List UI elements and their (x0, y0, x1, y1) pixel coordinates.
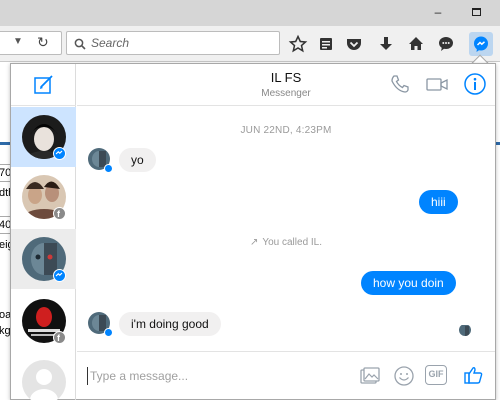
home-icon[interactable] (406, 34, 426, 54)
restore-button[interactable] (468, 4, 484, 20)
browser-toolbar: ▼ ↻ (0, 26, 500, 62)
search-bar[interactable] (66, 31, 280, 55)
conversation-item[interactable] (11, 352, 76, 400)
incoming-message: yo (119, 148, 156, 172)
messenger-badge-icon (104, 164, 113, 173)
messenger-badge-icon (53, 147, 66, 160)
conversation-item[interactable] (11, 107, 76, 167)
restore-icon (471, 8, 481, 16)
incoming-message: i'm doing good (119, 312, 221, 336)
minimize-icon: – (434, 5, 442, 19)
messenger-extension-button[interactable] (469, 32, 493, 56)
svg-text:f: f (57, 209, 61, 218)
facebook-badge-icon: f (53, 331, 66, 344)
search-icon (74, 37, 86, 55)
conversation-item[interactable]: f (11, 291, 76, 351)
new-message-button[interactable] (11, 64, 76, 106)
outgoing-message: hiii (419, 190, 458, 214)
bookmark-star-icon[interactable] (288, 34, 308, 54)
facebook-badge-icon: f (53, 207, 66, 220)
message-composer: GIF (77, 351, 495, 400)
gif-label: GIF (428, 369, 444, 379)
window-titlebar: – (0, 0, 500, 26)
svg-text:f: f (57, 333, 61, 342)
conversation-item[interactable] (11, 229, 76, 289)
conversation-list: f f (11, 64, 76, 400)
conversation-item[interactable]: f (11, 167, 76, 227)
url-dropdown-icon[interactable]: ▼ (13, 36, 23, 47)
compose-icon (34, 75, 53, 94)
chat-bubble-icon[interactable] (436, 34, 456, 54)
gif-button[interactable]: GIF (425, 365, 447, 385)
outgoing-message: how you doin (361, 271, 456, 295)
search-input[interactable] (91, 35, 271, 51)
like-icon[interactable] (463, 364, 485, 391)
seen-indicator-avatar (459, 324, 471, 336)
call-note: ↗ You called IL. (77, 237, 495, 248)
pocket-icon[interactable] (344, 34, 364, 54)
minimize-button[interactable]: – (430, 4, 446, 20)
call-note-text: You called IL. (262, 237, 323, 248)
avatar (22, 360, 66, 400)
photo-icon[interactable] (359, 365, 381, 392)
messenger-popup: f f IL FS Messenger JUN 22ND, 4:23PM yo … (10, 63, 496, 400)
messenger-badge-icon (104, 328, 113, 337)
messenger-icon (474, 36, 488, 52)
info-icon[interactable] (463, 72, 487, 101)
chat-header: IL FS Messenger (77, 64, 495, 106)
date-separator: JUN 22ND, 4:23PM (240, 125, 332, 136)
chat-pane: IL FS Messenger JUN 22ND, 4:23PM yo hiii… (77, 64, 495, 400)
video-call-icon[interactable] (425, 73, 449, 100)
reload-icon[interactable]: ↻ (37, 34, 49, 51)
reading-list-icon[interactable] (316, 34, 336, 54)
url-bar[interactable]: ▼ ↻ (0, 31, 62, 55)
message-input[interactable] (87, 367, 287, 385)
messenger-badge-icon (53, 269, 66, 282)
phone-icon[interactable] (389, 73, 411, 100)
emoji-icon[interactable] (393, 365, 415, 392)
call-arrow-icon: ↗ (249, 237, 259, 248)
downloads-icon[interactable] (376, 34, 396, 54)
